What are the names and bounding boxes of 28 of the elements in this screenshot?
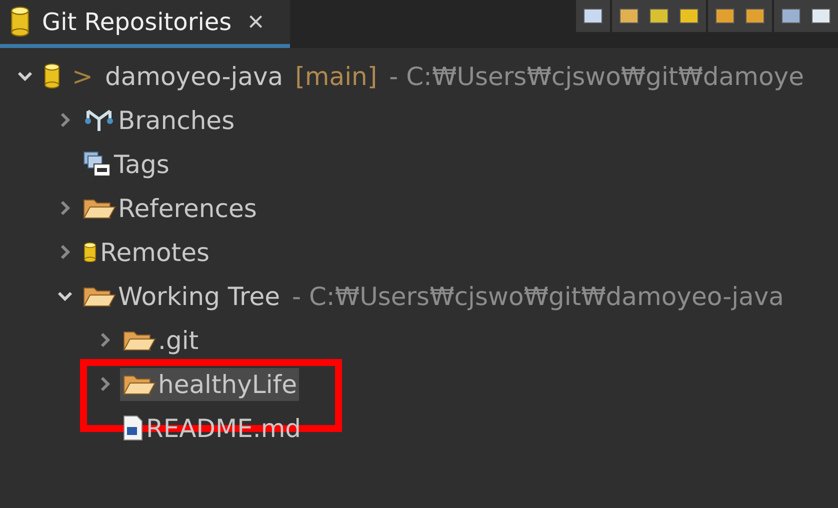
path-label: - C:₩Users₩cjswo₩git₩damoyeo-java: [292, 282, 784, 310]
item-label: damoyeo-java: [104, 62, 284, 90]
item-label: .git: [158, 326, 199, 354]
tab-title: Git Repositories: [42, 8, 232, 36]
tags-icon: [82, 150, 112, 178]
tree-item[interactable]: Remotes: [80, 236, 212, 268]
item-label: healthyLife: [158, 370, 297, 398]
cylinder-icon: [82, 242, 98, 262]
tree-item[interactable]: References: [80, 192, 259, 224]
path-label: - C:₩Users₩cjswo₩git₩damoye: [389, 62, 804, 90]
item-label: Tags: [114, 150, 170, 178]
branches-icon: [82, 107, 116, 133]
cylinder-icon: [42, 63, 62, 89]
cylinder-icon: [8, 6, 32, 38]
branch-label: [main]: [295, 62, 378, 90]
item-label: Working Tree: [118, 282, 280, 310]
tree-item[interactable]: healthyLife: [120, 368, 299, 400]
decorator-text: >: [72, 62, 93, 90]
item-label: Branches: [118, 106, 235, 134]
tree-item[interactable]: .git: [120, 324, 201, 356]
tree-item[interactable]: > damoyeo-java [main] - C:₩Users₩cjswo₩git₩damoye: [40, 60, 806, 92]
item-label: Remotes: [100, 238, 210, 266]
tree-item[interactable]: Tags: [80, 148, 172, 180]
tree-item[interactable]: Branches: [80, 104, 237, 136]
tree-item[interactable]: Working Tree - C:₩Users₩cjswo₩git₩damoyeo-java: [80, 280, 786, 312]
close-button[interactable]: ×: [248, 8, 264, 36]
item-label: References: [118, 194, 257, 222]
view-tab[interactable]: Git Repositories ×: [0, 0, 290, 48]
